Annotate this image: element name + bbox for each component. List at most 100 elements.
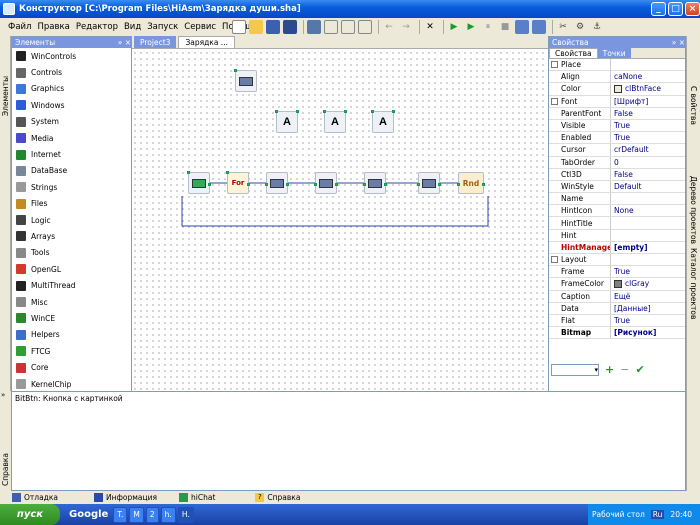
image-component-3[interactable] [363, 172, 387, 194]
property-value[interactable] [611, 254, 685, 265]
property-row-font[interactable]: Font [Шрифт] [549, 95, 685, 108]
element-group-files[interactable]: Files [12, 196, 131, 212]
taskbar-button-4[interactable]: h. [160, 506, 176, 523]
property-value[interactable]: None [611, 205, 685, 216]
google-toolbar[interactable]: Google [66, 507, 111, 523]
redo-icon[interactable]: → [399, 20, 413, 34]
tab-info[interactable]: Информация [93, 493, 157, 502]
settings-icon[interactable]: ⚙ [573, 20, 587, 34]
pause-icon[interactable]: ⏸ [481, 20, 495, 34]
image-component-4[interactable] [417, 172, 441, 194]
property-row-hintmanager[interactable]: HintManager [empty] [549, 241, 685, 254]
property-value[interactable]: False [611, 169, 685, 180]
element-group-internet[interactable]: Internet [12, 146, 131, 162]
expand-box[interactable] [551, 61, 558, 69]
dock-tab-properties[interactable]: С войства [689, 86, 698, 125]
close-button[interactable]: × [685, 2, 700, 16]
tools-icon[interactable]: ✂ [556, 20, 570, 34]
element-group-system[interactable]: System [12, 114, 131, 130]
start-button[interactable]: пуск [0, 504, 60, 525]
tab-project3[interactable]: Project3 [134, 36, 177, 48]
image-component-2[interactable] [314, 172, 338, 194]
link-icon[interactable] [341, 19, 355, 34]
element-group-arrays[interactable]: Arrays [12, 228, 131, 244]
element-group-controls[interactable]: Controls [12, 64, 131, 80]
menu-file[interactable]: Файл [8, 22, 31, 32]
element-group-database[interactable]: DataBase [12, 163, 131, 179]
property-row-frame[interactable]: Frame True [549, 266, 685, 279]
property-value[interactable]: Ещё [611, 291, 685, 302]
property-row-layout[interactable]: Layout [549, 254, 685, 267]
anchor-icon[interactable]: ⚓ [590, 20, 604, 34]
tab-properties[interactable]: Свойства [549, 48, 598, 58]
property-row-framecolor[interactable]: FrameColor clGray [549, 278, 685, 291]
rnd-component[interactable]: Rnd [457, 172, 485, 194]
run-debug-icon[interactable]: ▶ [464, 20, 478, 34]
schema-canvas[interactable]: A A A For Rnd [132, 50, 548, 391]
property-combo[interactable]: ▾ [551, 363, 599, 376]
element-group-helpers[interactable]: Helpers [12, 327, 131, 343]
element-group-ftcg[interactable]: FTCG [12, 343, 131, 359]
save-icon[interactable] [266, 19, 280, 34]
panel-collapse-icon[interactable]: » × [672, 38, 685, 47]
label-component-3[interactable]: A [371, 110, 395, 133]
for-component[interactable]: For [226, 171, 250, 194]
image-component-1[interactable] [265, 172, 289, 194]
add-icon[interactable]: + [605, 363, 614, 376]
property-value[interactable]: True [611, 266, 685, 277]
element-group-logic[interactable]: Logic [12, 212, 131, 228]
save-all-icon[interactable] [283, 19, 297, 34]
element-group-tools[interactable]: Tools [12, 245, 131, 261]
stop-icon[interactable]: ■ [498, 20, 512, 34]
remove-icon[interactable]: − [620, 363, 629, 376]
label-component-1[interactable]: A [275, 110, 299, 133]
dock-tab-project-catalog[interactable]: Каталог проектов [689, 248, 698, 319]
property-row-place[interactable]: Place [549, 59, 685, 72]
property-row-flat[interactable]: Flat True [549, 314, 685, 328]
property-value[interactable]: 0 [611, 157, 685, 168]
element-group-wince[interactable]: WinCE [12, 310, 131, 326]
property-value[interactable]: [empty] [611, 242, 685, 253]
property-value[interactable] [611, 59, 685, 70]
property-row-parentfont[interactable]: ParentFont False [549, 107, 685, 120]
language-indicator[interactable]: Ru [650, 510, 665, 519]
undo-icon[interactable]: ← [382, 20, 396, 34]
desktop-label[interactable]: Рабочий стол [592, 510, 645, 519]
element-group-strings[interactable]: Strings [12, 179, 131, 195]
menu-service[interactable]: Сервис [184, 22, 216, 32]
elements-dock-tab[interactable]: Элементы [1, 76, 10, 116]
menu-editor[interactable]: Редактор [76, 22, 118, 32]
element-group-graphics[interactable]: Graphics [12, 81, 131, 97]
expand-box[interactable] [551, 97, 558, 105]
expand-box[interactable] [551, 256, 558, 264]
element-group-media[interactable]: Media [12, 130, 131, 146]
open-icon[interactable] [249, 19, 263, 34]
timer-component[interactable] [187, 171, 211, 194]
new-icon[interactable] [232, 19, 246, 34]
tab-debug[interactable]: Отладка [12, 493, 58, 502]
property-value[interactable]: clBtnFace [611, 83, 685, 94]
tab-points[interactable]: Точки [597, 48, 631, 58]
delete-icon[interactable]: ✕ [423, 20, 437, 34]
property-value[interactable]: True [611, 315, 685, 326]
property-row-hint[interactable]: Hint [549, 229, 685, 242]
form-component[interactable] [234, 69, 257, 92]
property-value[interactable]: crDefault [611, 144, 685, 155]
property-row-hinttitle[interactable]: HintTitle [549, 217, 685, 230]
property-value[interactable]: True [611, 132, 685, 143]
maximize-button[interactable]: □ [668, 2, 683, 16]
grid-icon[interactable] [324, 19, 338, 34]
element-group-multithread[interactable]: MultiThread [12, 277, 131, 293]
property-value[interactable]: [Шрифт] [611, 96, 685, 107]
taskbar-button-1[interactable]: T. [113, 506, 128, 523]
property-value[interactable]: False [611, 108, 685, 119]
minimize-button[interactable]: _ [651, 2, 666, 16]
property-value[interactable] [611, 193, 685, 204]
label-component-2[interactable]: A [323, 110, 347, 133]
element-group-windows[interactable]: Windows [12, 97, 131, 113]
dock-tab-project-tree[interactable]: Дерево проектов [689, 176, 698, 244]
panel-collapse-icon[interactable]: » × [118, 38, 131, 47]
property-value[interactable]: clGray [611, 278, 685, 289]
compile-icon[interactable] [515, 19, 529, 34]
property-value[interactable]: True [611, 120, 685, 131]
